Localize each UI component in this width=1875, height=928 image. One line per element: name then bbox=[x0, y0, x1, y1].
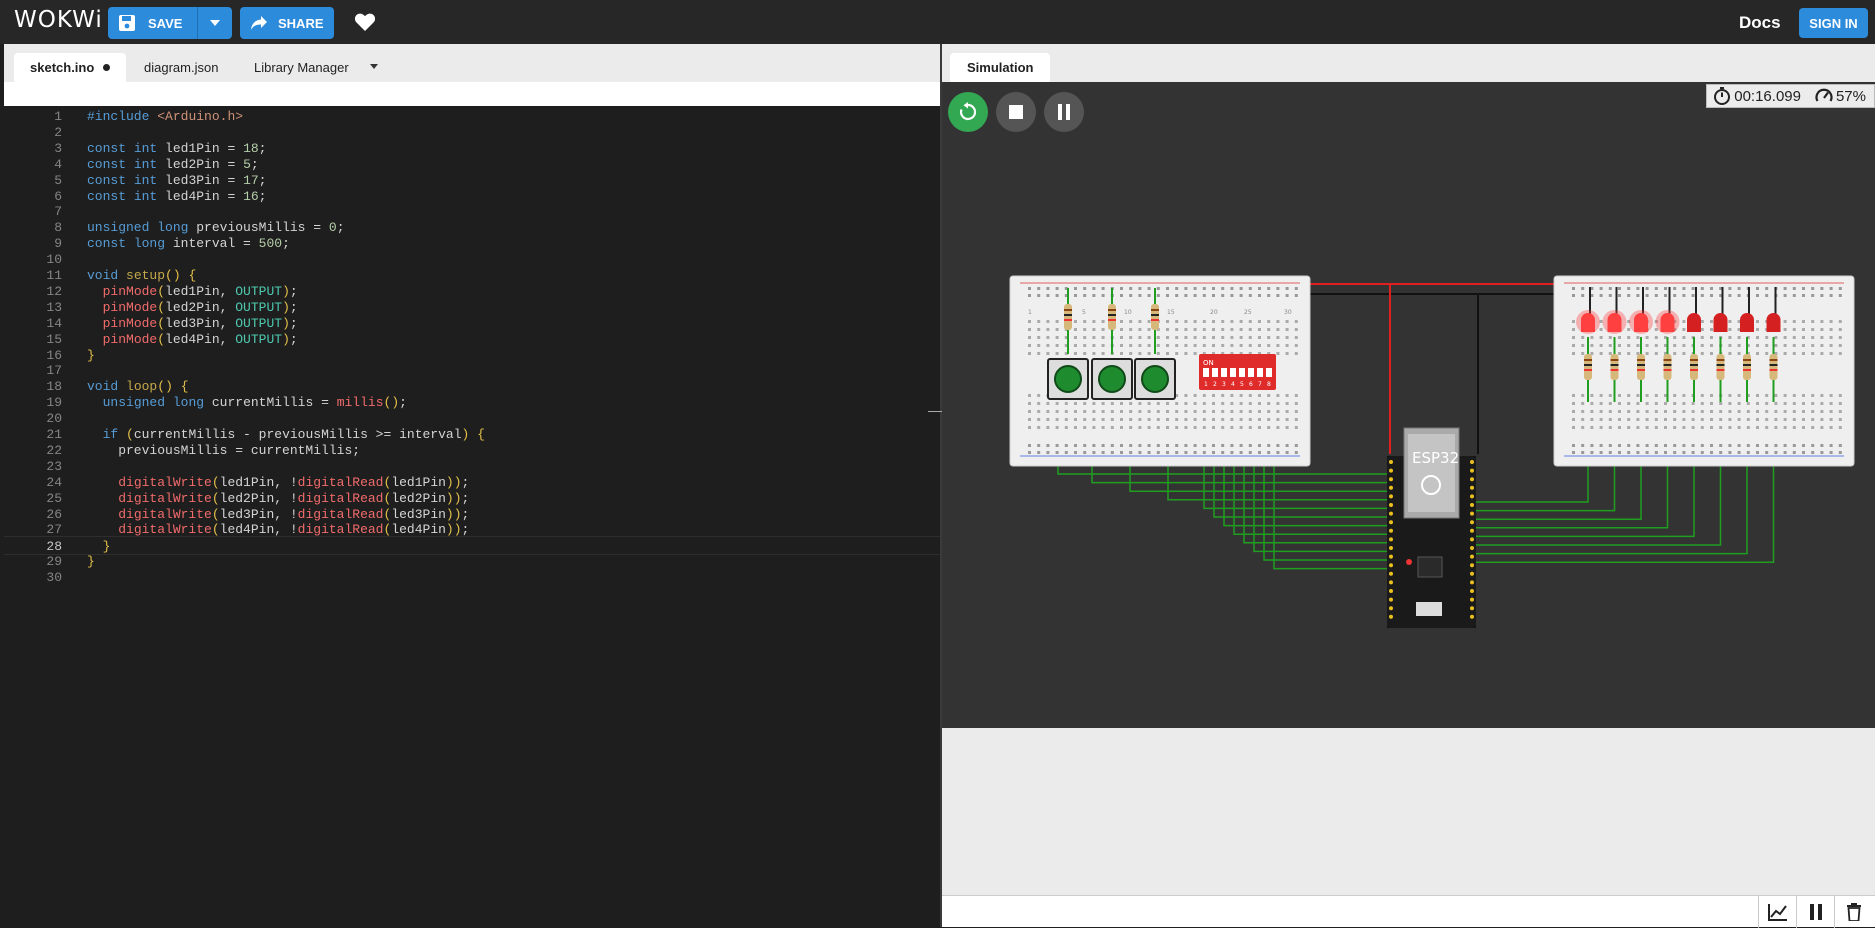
esp32-board[interactable]: ESP32 bbox=[1387, 427, 1476, 628]
led[interactable] bbox=[1766, 313, 1781, 332]
led[interactable] bbox=[1740, 313, 1754, 332]
breadboard-right[interactable] bbox=[1553, 275, 1855, 467]
tab-menu-caret-icon[interactable] bbox=[370, 64, 378, 69]
led[interactable] bbox=[1581, 313, 1595, 332]
line-number: 30 bbox=[46, 570, 62, 586]
dip-number: 1 bbox=[1204, 381, 1208, 388]
led[interactable] bbox=[1660, 313, 1675, 332]
unsaved-indicator-icon bbox=[103, 64, 111, 71]
simulation-canvas[interactable]: 00:16.099 57% 1 5 10 15 20 25 30 ON 1 2 … bbox=[942, 82, 1875, 728]
tab-sketch-ino[interactable]: sketch.ino bbox=[14, 53, 127, 82]
dip-switch[interactable]: ON 12345678 bbox=[1199, 354, 1276, 390]
top-bar: WOKWi SAVE SHARE Docs SIGN IN bbox=[0, 0, 1875, 44]
floppy-disk-icon bbox=[119, 15, 135, 31]
pushbutton-1[interactable] bbox=[1047, 358, 1089, 400]
code-line[interactable]: 30 bbox=[4, 568, 940, 587]
code-area[interactable]: 1 #include <Arduino.h> 2 3 const int led1Pin… bbox=[4, 106, 940, 927]
tab-library-manager[interactable]: Library Manager bbox=[238, 53, 365, 82]
dip-number: 4 bbox=[1231, 381, 1235, 388]
editor-toolbar-strip bbox=[4, 82, 940, 106]
simulation-pane: Simulation 00:16.099 57% 1 5 10 15 20 25… bbox=[942, 44, 1875, 928]
tab-simulation[interactable]: Simulation bbox=[950, 53, 1051, 82]
pushbutton-2[interactable] bbox=[1091, 358, 1133, 400]
circuit-diagram: 1 5 10 15 20 25 30 ON 1 2 3 4 5 6 7 8 ES… bbox=[1009, 275, 1855, 628]
chevron-down-icon bbox=[210, 20, 220, 26]
editor-tab-bar: sketch.ino diagram.json Library Manager bbox=[4, 44, 940, 82]
pushbutton-3[interactable] bbox=[1134, 358, 1176, 400]
tab-label: diagram.json bbox=[144, 60, 219, 75]
share-button[interactable]: SHARE bbox=[240, 7, 334, 39]
docs-link[interactable]: Docs bbox=[1739, 13, 1781, 33]
code-editor-pane: sketch.ino diagram.json Library Manager … bbox=[4, 44, 940, 927]
save-button[interactable]: SAVE bbox=[108, 7, 197, 39]
clear-serial-button[interactable] bbox=[1834, 896, 1872, 928]
share-label: SHARE bbox=[278, 15, 324, 31]
wokwi-logo[interactable]: WOKWi bbox=[14, 7, 103, 33]
led[interactable] bbox=[1713, 313, 1728, 332]
chart-line-icon bbox=[1767, 904, 1787, 921]
dip-number: 8 bbox=[1267, 381, 1271, 388]
dip-on-label: ON bbox=[1203, 359, 1214, 367]
save-options-button[interactable] bbox=[197, 7, 232, 39]
breadboard-col-label: 10 bbox=[1124, 309, 1132, 316]
trash-icon bbox=[1846, 903, 1861, 921]
dip-number: 6 bbox=[1249, 381, 1253, 388]
dip-number: 2 bbox=[1213, 381, 1217, 388]
pause-icon bbox=[1809, 904, 1822, 920]
sign-in-button[interactable]: SIGN IN bbox=[1799, 8, 1868, 38]
dip-number: 7 bbox=[1258, 381, 1262, 388]
led[interactable] bbox=[1607, 313, 1622, 332]
plotter-button[interactable] bbox=[1758, 896, 1796, 928]
esp32-chip-label: ESP32 bbox=[1412, 449, 1459, 467]
led[interactable] bbox=[1687, 313, 1701, 332]
breadboard-col-label: 20 bbox=[1210, 309, 1218, 316]
heart-icon[interactable] bbox=[354, 12, 376, 32]
breadboard-col-label: 30 bbox=[1284, 309, 1292, 316]
breadboard-col-label: 25 bbox=[1244, 309, 1252, 316]
breadboard-col-label: 1 bbox=[1028, 309, 1032, 316]
breadboard-col-label: 15 bbox=[1167, 309, 1175, 316]
save-label: SAVE bbox=[148, 15, 183, 31]
tab-diagram-json[interactable]: diagram.json bbox=[128, 53, 234, 82]
splitter-handle[interactable] bbox=[928, 411, 942, 412]
dip-number: 5 bbox=[1240, 381, 1244, 388]
pause-serial-button[interactable] bbox=[1796, 896, 1834, 928]
simulation-empty-area bbox=[942, 728, 1875, 895]
share-arrow-icon bbox=[251, 16, 267, 30]
breadboard-col-label: 5 bbox=[1082, 309, 1086, 316]
tab-label: Library Manager bbox=[254, 60, 349, 75]
dip-number: 3 bbox=[1222, 381, 1226, 388]
serial-monitor-bar bbox=[942, 895, 1875, 928]
led[interactable] bbox=[1634, 313, 1648, 332]
tab-label: sketch.ino bbox=[30, 60, 95, 75]
